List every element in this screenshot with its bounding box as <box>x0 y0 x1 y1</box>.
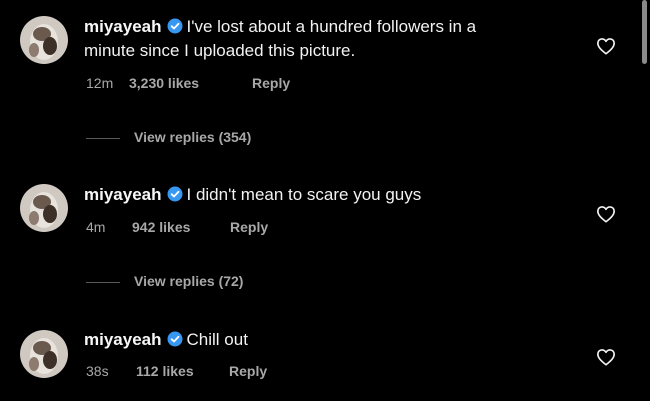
comment-body-line-1: I didn't mean to scare you guys <box>186 185 422 204</box>
reply-button[interactable]: Reply <box>230 219 268 235</box>
comment-meta: 12m 3,230 likes Reply <box>86 75 290 91</box>
avatar[interactable] <box>20 330 68 378</box>
comment-text: miyayeah I've lost about a hundred follow… <box>84 15 574 41</box>
comment-username[interactable]: miyayeah <box>84 330 162 349</box>
comment-time: 4m <box>86 219 106 235</box>
comment-item: miyayeah I didn't mean to scare you guys … <box>0 170 650 290</box>
view-replies-label: View replies (354) <box>134 129 252 145</box>
reply-button[interactable]: Reply <box>252 75 290 91</box>
comment-likes[interactable]: 942 likes <box>132 219 230 235</box>
avatar[interactable] <box>20 184 68 232</box>
comment-text: miyayeah Chill out <box>84 328 574 354</box>
comment-time: 12m <box>86 75 114 91</box>
comment-body-line-2: minute since I uploaded this picture. <box>84 41 356 60</box>
heart-outline-icon[interactable] <box>596 37 616 55</box>
reply-button[interactable]: Reply <box>229 363 267 379</box>
view-replies-button[interactable]: View replies (354) <box>86 129 251 145</box>
comment-body-line-1: Chill out <box>186 330 248 349</box>
comment-time: 38s <box>86 363 109 379</box>
comment-meta: 38s 112 likes Reply <box>86 363 267 379</box>
verified-badge-icon <box>167 17 183 41</box>
replies-divider-line <box>86 281 120 283</box>
avatar[interactable] <box>20 16 68 64</box>
comment-item: miyayeah Chill out 38s 112 likes Reply <box>0 316 650 401</box>
view-replies-button[interactable]: View replies (72) <box>86 273 243 289</box>
comment-text: miyayeah I didn't mean to scare you guys <box>84 183 574 209</box>
comment-likes[interactable]: 112 likes <box>136 363 229 379</box>
comment-item: miyayeah I've lost about a hundred follow… <box>0 0 650 150</box>
heart-outline-icon[interactable] <box>596 205 616 223</box>
verified-badge-icon <box>167 330 183 354</box>
comment-username[interactable]: miyayeah <box>84 185 162 204</box>
comment-body-line-1: I've lost about a hundred followers in a <box>186 17 477 36</box>
comment-username[interactable]: miyayeah <box>84 17 162 36</box>
comment-likes[interactable]: 3,230 likes <box>129 75 252 91</box>
heart-outline-icon[interactable] <box>596 348 616 366</box>
comment-meta: 4m 942 likes Reply <box>86 219 268 235</box>
replies-divider-line <box>86 137 120 139</box>
verified-badge-icon <box>167 185 183 209</box>
scrollbar[interactable] <box>642 0 647 64</box>
view-replies-label: View replies (72) <box>134 273 244 289</box>
